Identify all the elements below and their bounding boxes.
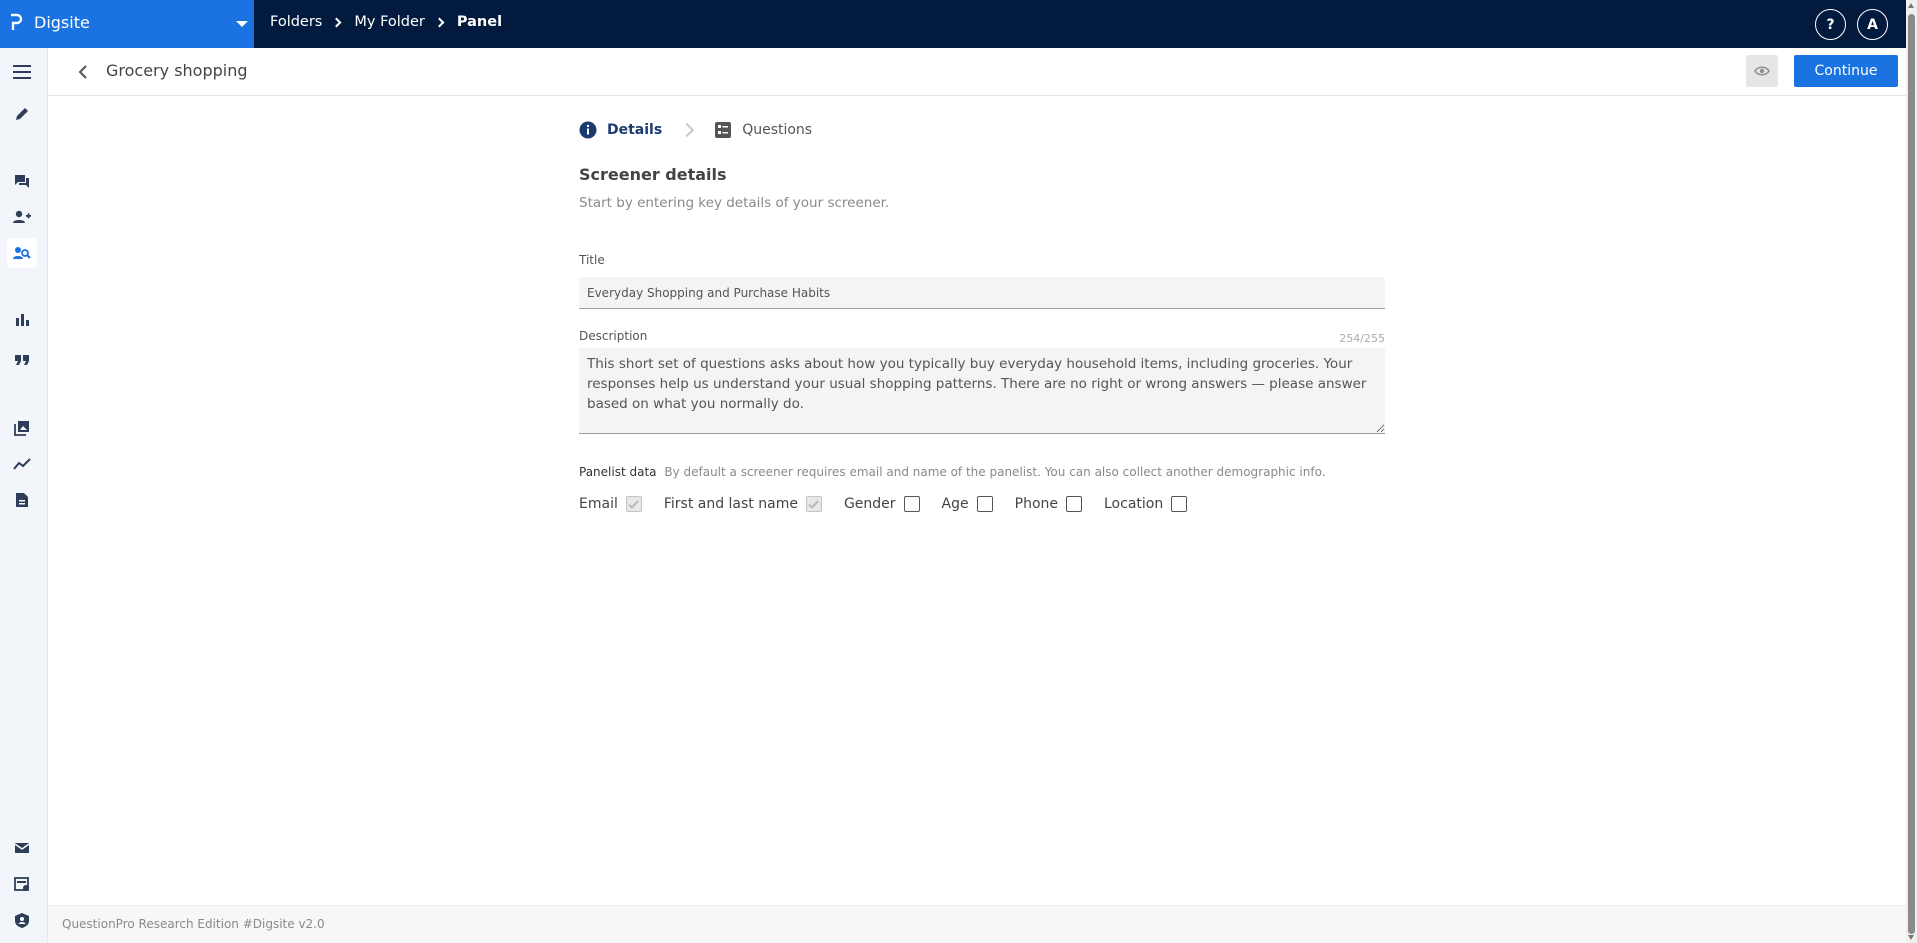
back-arrow-icon[interactable] [76, 64, 90, 80]
menu-icon[interactable] [12, 62, 32, 82]
checkbox-name: First and last name [664, 496, 822, 512]
chevron-right-icon [434, 17, 445, 27]
edit-icon[interactable] [12, 104, 32, 124]
quote-icon[interactable] [12, 350, 32, 370]
avatar-initial: A [1867, 16, 1878, 33]
billing-icon[interactable] [12, 874, 32, 894]
checkbox-phone[interactable]: Phone [1015, 496, 1082, 512]
step-details[interactable]: Details [579, 121, 662, 139]
continue-button[interactable]: Continue [1794, 55, 1898, 87]
checkmark-icon [628, 499, 640, 509]
preview-button[interactable] [1746, 55, 1778, 87]
step-details-label: Details [607, 122, 663, 138]
checkbox-email-label: Email [579, 496, 618, 512]
step-questions-label: Questions [742, 122, 813, 138]
panelist-checkbox-group: Email First and last name Gender Age Pho… [579, 496, 1209, 512]
list-icon [715, 122, 732, 138]
left-nav [0, 48, 48, 943]
caret-down-icon [236, 21, 248, 27]
breadcrumb-item-panel: Panel [456, 14, 503, 30]
page-scrollbar[interactable] [1906, 0, 1917, 943]
footer-text: QuestionPro Research Edition #Digsite v2… [62, 917, 325, 931]
avatar[interactable]: A [1857, 9, 1888, 40]
checkbox-phone-box[interactable] [1066, 496, 1082, 512]
breadcrumb: Folders My Folder Panel [270, 14, 502, 30]
breadcrumb-item-folders[interactable]: Folders [270, 14, 322, 30]
info-icon [579, 121, 597, 139]
checkbox-name-label: First and last name [663, 496, 798, 512]
scrollbar-thumb[interactable] [1908, 14, 1915, 934]
scroll-up-icon[interactable] [1908, 3, 1914, 8]
checkmark-icon [808, 499, 820, 509]
scroll-down-icon[interactable] [1908, 935, 1914, 940]
section-title: Screener details [579, 165, 727, 184]
shield-user-icon[interactable] [12, 910, 32, 930]
panelist-data-row: Panelist data By default a screener requ… [579, 465, 1326, 479]
checkbox-name-box [805, 496, 822, 512]
checkbox-age[interactable]: Age [942, 496, 993, 512]
trend-icon[interactable] [12, 454, 32, 474]
checkbox-age-box[interactable] [976, 496, 993, 512]
help-icon: ? [1826, 16, 1835, 33]
people-search-icon[interactable] [7, 238, 37, 268]
page-title: Grocery shopping [106, 61, 248, 80]
breadcrumb-item-my-folder[interactable]: My Folder [354, 14, 425, 30]
footer: QuestionPro Research Edition #Digsite v2… [48, 905, 1908, 943]
help-button[interactable]: ? [1815, 9, 1846, 40]
checkbox-email-box [625, 496, 642, 512]
page-header: Grocery shopping Continue [48, 48, 1908, 96]
questionpro-logo-icon [11, 13, 23, 30]
chat-icon[interactable] [12, 171, 32, 191]
checkbox-location-box[interactable] [1171, 496, 1188, 512]
description-field[interactable]: This short set of questions asks about h… [579, 348, 1385, 434]
app-name: Digsite [34, 13, 90, 32]
panelist-data-note: By default a screener requires email and… [664, 465, 1326, 479]
description-label: Description [579, 329, 648, 343]
document-icon[interactable] [12, 490, 32, 510]
step-questions[interactable]: Questions [714, 121, 812, 139]
panelist-data-label: Panelist data [579, 465, 657, 479]
title-label: Title [579, 253, 605, 267]
stepper: Details Questions [579, 120, 812, 140]
section-subtitle: Start by entering key details of your sc… [579, 195, 890, 211]
checkbox-gender-label[interactable]: Gender [844, 496, 896, 512]
top-bar: Digsite Folders My Folder Panel ? A [0, 0, 1917, 48]
checkbox-location[interactable]: Location [1104, 496, 1188, 512]
checkbox-phone-label[interactable]: Phone [1015, 496, 1058, 512]
add-person-icon[interactable] [12, 207, 32, 227]
chevron-right-icon [331, 17, 342, 27]
bar-chart-icon[interactable] [12, 310, 32, 330]
checkbox-gender-box[interactable] [903, 496, 920, 512]
checkbox-location-label[interactable]: Location [1104, 496, 1163, 512]
checkbox-gender[interactable]: Gender [844, 496, 920, 512]
title-field[interactable] [579, 277, 1385, 309]
mail-icon[interactable] [12, 838, 32, 858]
eye-icon [1754, 66, 1770, 76]
image-library-icon[interactable] [12, 418, 32, 438]
checkbox-age-label[interactable]: Age [942, 496, 969, 512]
chevron-right-icon [680, 122, 695, 138]
app-switcher[interactable]: Digsite [0, 0, 254, 48]
description-char-counter: 254/255 [1339, 332, 1385, 345]
checkbox-email: Email [579, 496, 642, 512]
